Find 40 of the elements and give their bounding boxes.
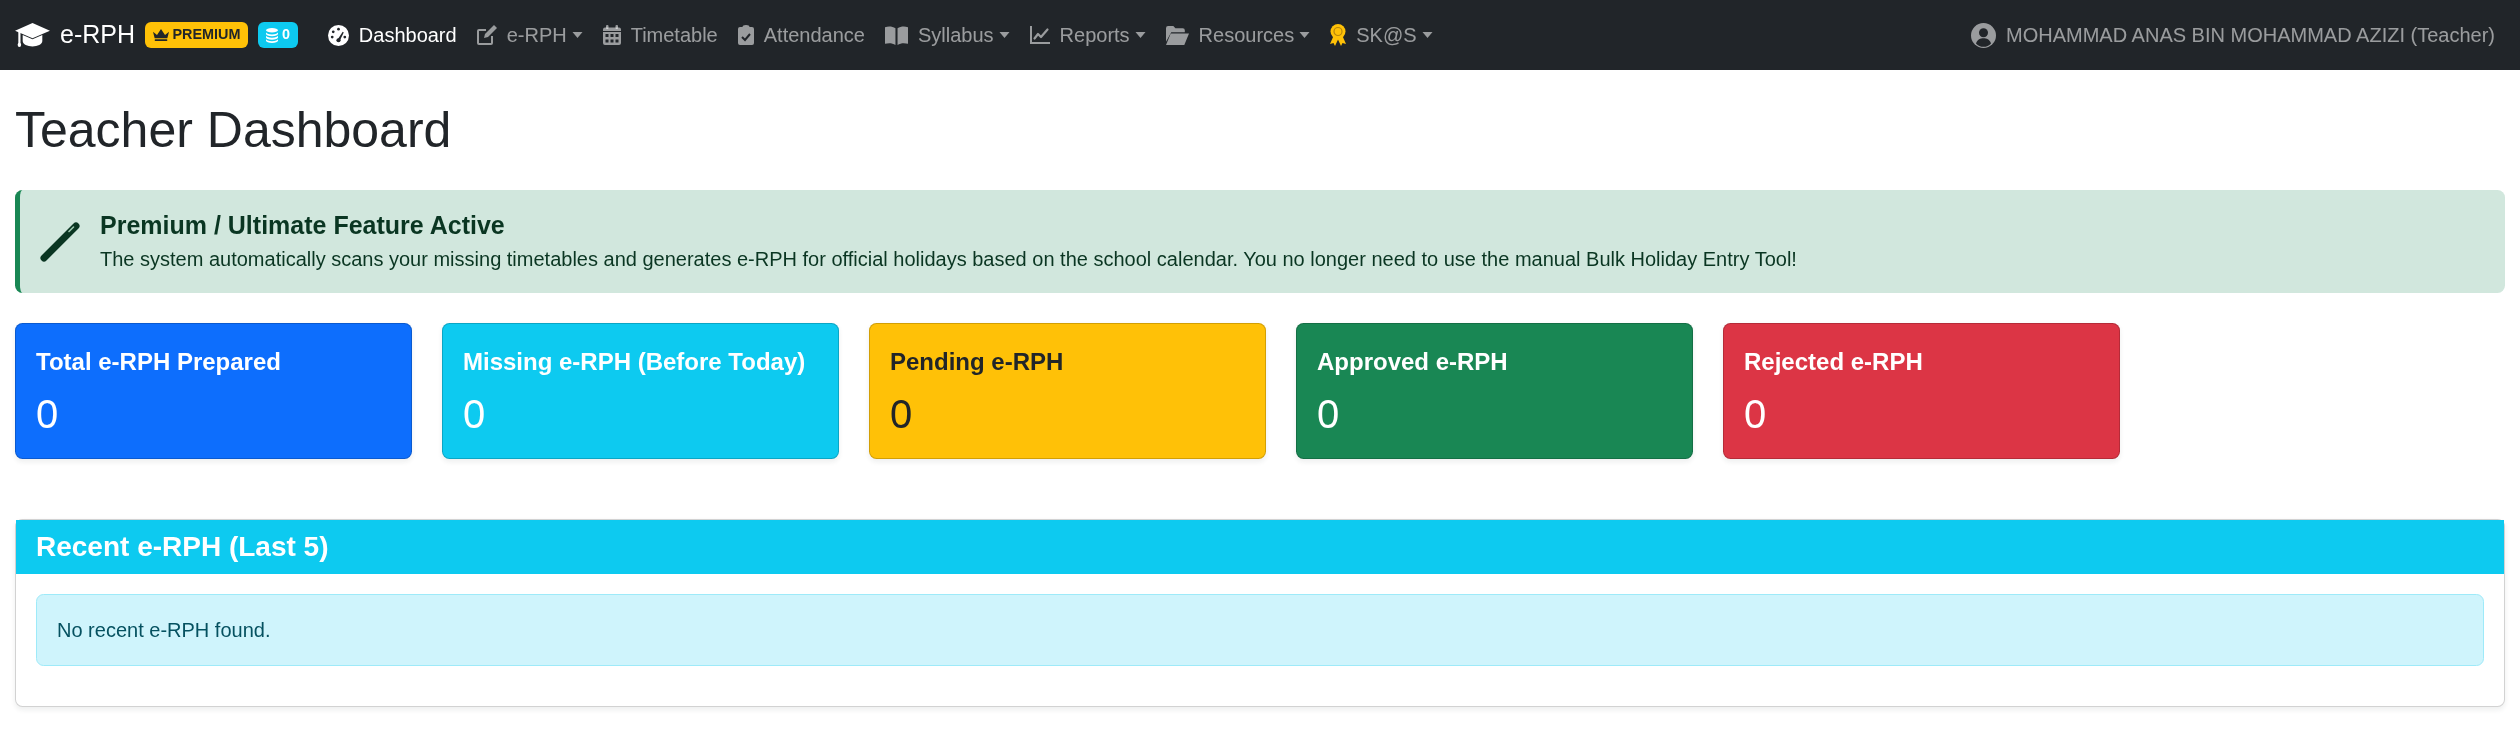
stat-value: 0 [1744, 391, 1768, 438]
line-chart-icon [1029, 26, 1050, 44]
page-title: Teacher Dashboard [15, 101, 453, 160]
edit-icon [476, 25, 497, 45]
nav-link[interactable]: Attendance [727, 10, 875, 60]
book-icon [884, 25, 908, 45]
stat-title: Rejected e-RPH [1744, 347, 1924, 377]
alert-title: Premium / Ultimate Feature Active [100, 210, 506, 240]
calendar-icon [602, 25, 621, 45]
brand-link[interactable]: e-RPH [15, 16, 135, 54]
nav-link[interactable]: Timetable [592, 10, 728, 60]
stat-title: Total e-RPH Prepared [36, 347, 282, 377]
stat-title: Missing e-RPH (Before Today) [463, 347, 807, 377]
nav-link[interactable]: e-RPH [466, 10, 593, 60]
gauge-icon [327, 24, 349, 46]
coins-icon [266, 27, 279, 43]
alert-message: The system automatically scans your missing timetables and generates e-RPH for official holidays based on the school calendar. You no longer need to use the manual Bulk Holiday Entry Tool! [100, 247, 1797, 272]
nav-link[interactable]: SK@S [1320, 10, 1443, 60]
stat-value: 0 [463, 391, 487, 438]
coin-count: 0 [281, 26, 290, 44]
user-menu-link[interactable]: MOHAMMAD ANAS BIN MOHAMMAD AZIZI (Teacher) [1961, 10, 2505, 60]
folder-icon [1165, 25, 1189, 45]
stat-value: 0 [36, 391, 60, 438]
nav-link[interactable]: Resources [1155, 10, 1321, 60]
stat-title: Pending e-RPH [890, 347, 1065, 377]
empty-state-message: No recent e-RPH found. [36, 593, 2484, 666]
nav-link[interactable]: Syllabus [874, 10, 1020, 60]
wand-icon [40, 221, 80, 262]
stat-value: 0 [890, 391, 914, 438]
recent-card-header: Recent e-RPH (Last 5) [16, 520, 2504, 574]
crown-icon [152, 29, 169, 41]
graduation-cap-icon [15, 23, 50, 47]
stat-title: Approved e-RPH [1317, 347, 1509, 377]
nav-link[interactable]: Reports [1019, 10, 1156, 60]
nav-link[interactable]: Dashboard [317, 10, 467, 60]
clipboard-check-icon [737, 25, 754, 45]
premium-label: PREMIUM [172, 26, 241, 44]
user-avatar-icon [1971, 22, 1997, 48]
medal-icon [1330, 24, 1347, 46]
stat-value: 0 [1317, 391, 1341, 438]
